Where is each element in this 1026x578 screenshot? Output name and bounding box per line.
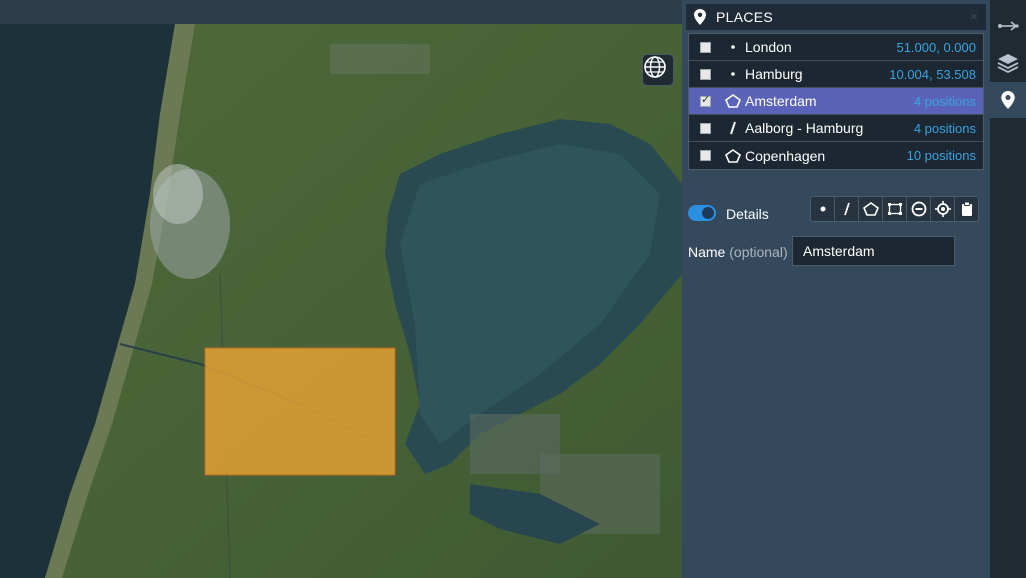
selected-area-amsterdam: [204, 347, 396, 476]
place-checkbox[interactable]: [700, 93, 711, 107]
map-imagery: [0, 24, 682, 578]
name-field-label: Name (optional): [688, 244, 788, 260]
line-tool-icon[interactable]: [834, 196, 859, 222]
place-row-hamburg[interactable]: Hamburg 10.004, 53.508: [689, 61, 983, 88]
place-checkbox[interactable]: [700, 122, 711, 134]
layers-icon: [997, 54, 1019, 73]
place-name: Copenhagen: [745, 147, 826, 164]
rectangle-tool-icon[interactable]: [882, 196, 907, 222]
name-input[interactable]: [792, 236, 955, 266]
name-label-text: Name: [688, 244, 726, 260]
polygon-type-icon: [723, 94, 743, 108]
route-icon: [998, 21, 1019, 31]
map-pin-icon: [1001, 91, 1015, 109]
place-value: 10 positions: [906, 148, 976, 163]
place-name: Amsterdam: [745, 93, 817, 109]
panel-header: PLACES ×: [686, 4, 986, 30]
globe-icon: [644, 56, 666, 78]
details-label: Details: [726, 206, 769, 222]
right-sidebar: [990, 0, 1026, 578]
clipboard-icon[interactable]: [954, 196, 979, 222]
place-name: Aalborg - Hamburg: [745, 120, 864, 136]
name-row: Name (optional): [688, 236, 986, 266]
app-root: PLACES × London 51.000, 0.000 Hamburg 10…: [0, 0, 1026, 578]
place-name: Hamburg: [745, 66, 803, 82]
place-value: 51.000, 0.000: [896, 39, 976, 55]
line-type-icon: [723, 121, 743, 135]
polygon-tool-icon[interactable]: [858, 196, 883, 222]
place-value: 4 positions: [913, 120, 976, 136]
locate-icon[interactable]: [930, 196, 955, 222]
layers-button[interactable]: [990, 45, 1026, 81]
place-row-copenhagen[interactable]: Copenhagen 10 positions: [689, 142, 983, 169]
point-tool-icon[interactable]: [810, 196, 835, 222]
place-checkbox[interactable]: [700, 150, 711, 161]
place-name: London: [745, 39, 792, 55]
panel-title: PLACES: [716, 9, 774, 25]
place-row-london[interactable]: London 51.000, 0.000: [689, 34, 983, 61]
places-button[interactable]: [990, 82, 1026, 118]
details-row: Details: [688, 196, 986, 224]
place-value: 4 positions: [913, 93, 976, 109]
polygon-type-icon: [723, 148, 743, 163]
map-pin-icon: [694, 9, 706, 25]
close-icon[interactable]: ×: [970, 8, 978, 24]
places-list: London 51.000, 0.000 Hamburg 10.004, 53.…: [688, 33, 984, 170]
places-panel: PLACES × London 51.000, 0.000 Hamburg 10…: [682, 0, 990, 578]
details-toggle[interactable]: [688, 205, 716, 221]
place-checkbox[interactable]: [700, 68, 711, 80]
point-type-icon: [723, 71, 743, 77]
satellite-map[interactable]: [0, 24, 682, 578]
route-tool-button[interactable]: [990, 8, 1026, 44]
place-checkbox[interactable]: [700, 41, 711, 53]
place-row-amsterdam[interactable]: Amsterdam 4 positions: [689, 88, 983, 115]
remove-icon[interactable]: [906, 196, 931, 222]
point-type-icon: [723, 44, 743, 50]
globe-view-button[interactable]: [642, 54, 674, 86]
place-row-aalborg-hamburg[interactable]: Aalborg - Hamburg 4 positions: [689, 115, 983, 142]
place-value: 10.004, 53.508: [889, 66, 976, 82]
optional-label: (optional): [729, 244, 788, 260]
geometry-toolbar: [810, 196, 979, 222]
map-top-bar: [0, 0, 682, 24]
